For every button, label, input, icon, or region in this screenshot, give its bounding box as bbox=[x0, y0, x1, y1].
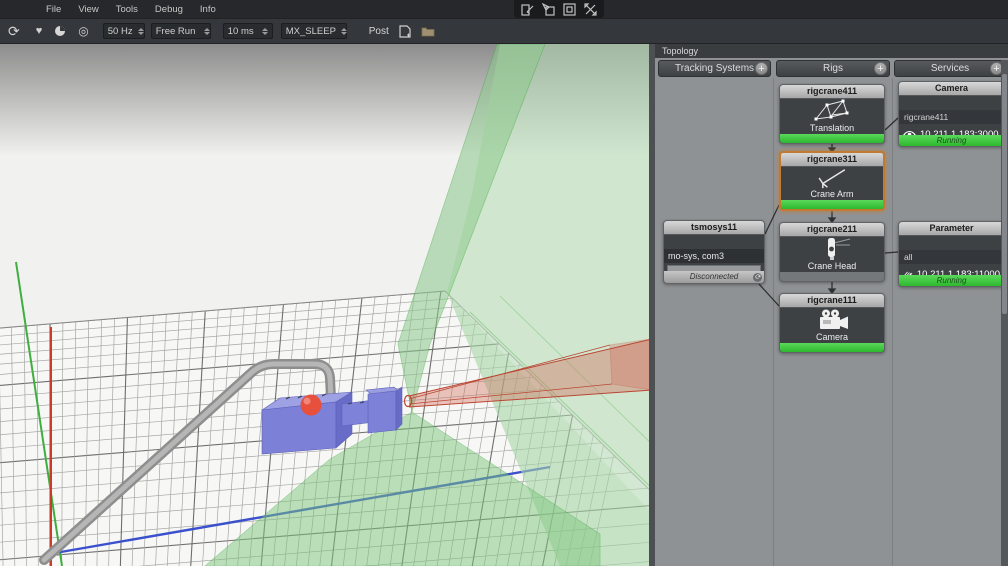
post-toggle[interactable]: Post bbox=[369, 26, 389, 37]
node-title: tsmosys11 bbox=[664, 221, 764, 235]
preset-select[interactable]: MX_SLEEP bbox=[281, 23, 347, 39]
edit-document-icon[interactable] bbox=[521, 3, 534, 16]
tracking-marker-red bbox=[301, 395, 322, 416]
protocol-row: mo-sys, com3 bbox=[664, 249, 764, 263]
rig-node-rigcrane111[interactable]: rigcrane111 Camera bbox=[779, 293, 885, 353]
viewport-3d[interactable] bbox=[0, 44, 655, 566]
status-bar-running: Running bbox=[899, 275, 1004, 286]
select-cursor-icon[interactable] bbox=[542, 3, 555, 16]
topology-panel: Topology Tracking Systems + Rigs + Servi… bbox=[655, 44, 1008, 566]
spinner-icon bbox=[341, 28, 347, 35]
rig-node-rigcrane211[interactable]: rigcrane211 Crane Head bbox=[779, 222, 885, 282]
service-rig-ref: rigcrane411 bbox=[899, 110, 1004, 124]
expand-arrows-icon[interactable] bbox=[584, 3, 597, 16]
camera-icon bbox=[810, 308, 854, 332]
window-tool-cluster bbox=[514, 0, 604, 18]
translation-icon bbox=[810, 99, 854, 123]
rig-node-rigcrane311[interactable]: rigcrane311 Crane Arm bbox=[779, 151, 885, 211]
menu-bar: File View Tools Debug Info bbox=[0, 0, 1008, 18]
menu-view[interactable]: View bbox=[78, 4, 98, 15]
crane-head-icon bbox=[810, 237, 854, 261]
heart-icon[interactable]: ♥ bbox=[36, 25, 43, 37]
menu-info[interactable]: Info bbox=[200, 4, 216, 15]
crane-arm-icon bbox=[810, 167, 854, 189]
mode-select[interactable]: Free Run bbox=[151, 23, 211, 39]
panel-scrollbar[interactable] bbox=[1001, 60, 1008, 566]
new-document-icon[interactable] bbox=[399, 25, 411, 38]
status-bar-running bbox=[780, 134, 884, 143]
frame-region-icon[interactable] bbox=[563, 3, 576, 16]
status-bar-disconnected: Disconnected ⟳ bbox=[664, 271, 764, 283]
tracking-node-tsmosys11[interactable]: tsmosys11 mo-sys, com3 Disconnected ⟳ bbox=[663, 220, 765, 284]
status-bar-idle bbox=[780, 272, 884, 281]
panel-scrollbar-thumb[interactable] bbox=[1002, 74, 1007, 314]
menu-debug[interactable]: Debug bbox=[155, 4, 183, 15]
service-rig-ref: all bbox=[899, 250, 1004, 264]
scene-canvas bbox=[0, 44, 655, 566]
service-node-parameter[interactable]: Parameter all 10.211.1.183:11000 Running bbox=[898, 221, 1005, 287]
open-folder-icon[interactable] bbox=[421, 26, 435, 37]
menu-tools[interactable]: Tools bbox=[116, 4, 138, 15]
rate-select[interactable]: 50 Hz bbox=[103, 23, 145, 39]
service-node-camera[interactable]: Camera rigcrane411 10.211.1.183:3000 Run… bbox=[898, 81, 1005, 147]
menu-file[interactable]: File bbox=[46, 4, 61, 15]
target-icon[interactable]: ◎ bbox=[78, 24, 88, 38]
interval-select[interactable]: 10 ms bbox=[223, 23, 273, 39]
toolbar: ⟳ ♥ ◎ 50 Hz Free Run 10 ms MX_SLEEP Post bbox=[0, 18, 1008, 44]
spinner-icon bbox=[262, 28, 268, 35]
status-bar-running bbox=[780, 343, 884, 352]
reconnect-icon[interactable]: ⟳ bbox=[753, 273, 762, 282]
status-bar-running: Running bbox=[899, 135, 1004, 146]
status-bar-running bbox=[781, 200, 883, 209]
rig-node-rigcrane411[interactable]: rigcrane411 Translation bbox=[779, 84, 885, 144]
spinner-icon bbox=[138, 28, 144, 35]
spinner-icon bbox=[204, 28, 210, 35]
refresh-icon[interactable]: ⟳ bbox=[8, 23, 20, 40]
pie-icon[interactable] bbox=[54, 25, 66, 37]
